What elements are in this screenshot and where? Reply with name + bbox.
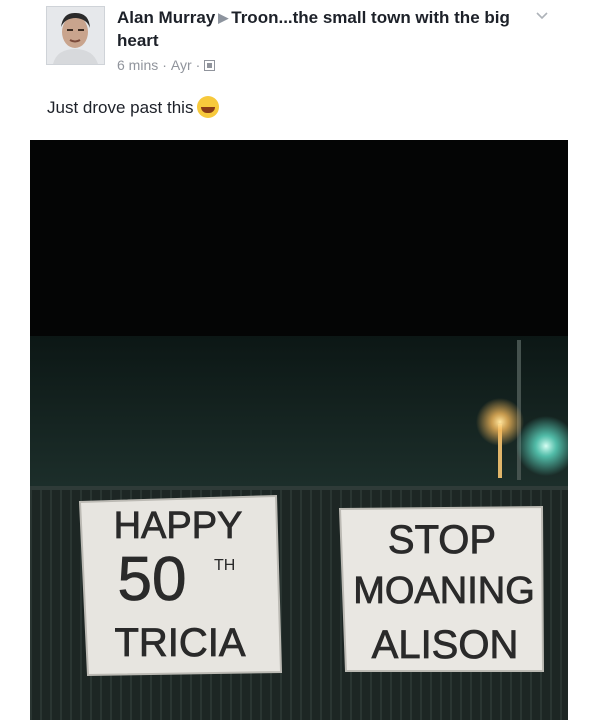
banner-right-line2: MOANING xyxy=(353,570,535,612)
post-time[interactable]: 6 mins xyxy=(117,57,158,73)
laughing-crying-emoji-icon xyxy=(197,96,220,118)
meta-separator: · xyxy=(162,57,167,73)
banner-happy-50th: HAPPY 50 TH TRICIA xyxy=(78,494,283,677)
banner-right-line3: ALISON xyxy=(372,623,519,667)
banner-left-suffix: TH xyxy=(214,557,235,574)
banner-left-line1: HAPPY xyxy=(114,505,243,547)
banner-left-line3: TRICIA xyxy=(114,621,245,665)
post-photo[interactable]: HAPPY 50 TH TRICIA STOP MOANING ALISON xyxy=(30,140,576,720)
author-avatar[interactable] xyxy=(46,6,105,65)
avatar-image xyxy=(47,7,104,64)
post-title-line: Alan Murray ▶ Troon...the small town with … xyxy=(117,6,527,52)
author-name[interactable]: Alan Murray xyxy=(117,8,215,27)
banner-left-number: 50 xyxy=(118,545,187,614)
post-header-text: Alan Murray ▶ Troon...the small town with … xyxy=(117,6,527,73)
post-location[interactable]: Ayr xyxy=(171,57,192,73)
shared-to-arrow-icon: ▶ xyxy=(218,10,229,25)
post-text: Just drove past this xyxy=(47,96,220,118)
photo-image: HAPPY 50 TH TRICIA STOP MOANING ALISON xyxy=(30,140,576,720)
group-privacy-icon[interactable] xyxy=(204,60,216,71)
chevron-down-icon[interactable] xyxy=(534,8,550,24)
post-meta: 6 mins · Ayr · xyxy=(117,57,527,73)
meta-separator: · xyxy=(195,57,201,73)
banner-right-line1: STOP xyxy=(388,518,496,562)
banner-stop-moaning: STOP MOANING ALISON xyxy=(338,505,545,672)
post-body: Just drove past this xyxy=(47,98,194,117)
post-header: Alan Murray ▶ Troon...the small town with … xyxy=(0,0,589,140)
